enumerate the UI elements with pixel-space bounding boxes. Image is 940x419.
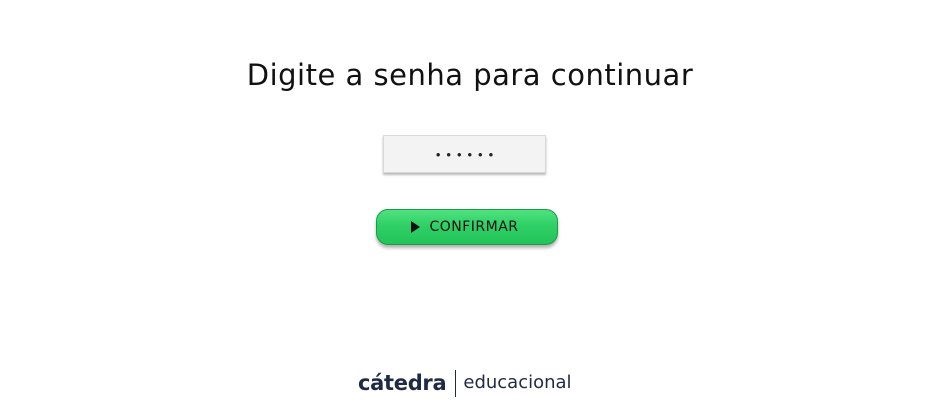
page-title: Digite a senha para continuar xyxy=(246,58,694,92)
confirm-button[interactable]: CONFIRMAR xyxy=(376,209,558,245)
play-icon xyxy=(411,221,421,233)
password-input[interactable] xyxy=(383,135,546,173)
logo-divider xyxy=(455,369,457,397)
brand-name: cátedra xyxy=(358,370,447,395)
confirm-button-label: CONFIRMAR xyxy=(429,219,519,235)
catedra-logo: cátedra educacional xyxy=(358,366,572,400)
brand-subtitle: educacional xyxy=(463,372,572,393)
